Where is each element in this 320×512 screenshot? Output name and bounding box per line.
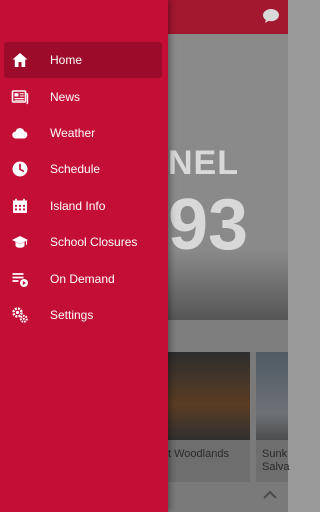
drawer-item-news[interactable]: News [4,78,162,114]
news-card-title: Sunk Salva [262,448,290,473]
cloud-icon [11,124,29,142]
banner-fade [168,250,288,320]
chevron-up-icon[interactable] [262,490,278,500]
calendar-icon [11,197,29,215]
drawer-item-label: School Closures [50,235,138,250]
gears-icon [11,306,29,324]
news-card-title: t Woodlands [168,448,229,460]
news-card-image [256,352,288,440]
drawer-item-label: Schedule [50,162,101,177]
news-card[interactable]: t Woodlands [168,352,250,482]
chat-icon[interactable] [262,8,280,24]
drawer-item-schedule[interactable]: Schedule [4,151,162,187]
drawer-item-label: Weather [50,125,96,140]
navigation-drawer: Home News Weather Schedule Island Info S… [0,0,168,512]
news-card-image [168,352,250,440]
drawer-item-weather[interactable]: Weather [4,115,162,151]
drawer-item-label: News [50,89,81,104]
drawer-item-label: Island Info [50,198,106,213]
drawer-item-label: Settings [50,307,94,322]
drawer-item-on-demand[interactable]: On Demand [4,260,162,296]
graduation-cap-icon [11,233,29,251]
drawer-item-island-info[interactable]: Island Info [4,188,162,224]
section-strip [168,320,288,352]
channel-logo-banner[interactable]: NEL 93 [168,34,288,320]
drawer-item-school-closures[interactable]: School Closures [4,224,162,260]
news-card[interactable]: Sunk Salva [256,352,290,482]
playlist-play-icon [11,270,29,288]
newspaper-icon [11,88,29,106]
drawer-item-label: Home [50,53,83,68]
logo-text: NEL [168,144,239,182]
drawer-item-home[interactable]: Home [4,42,162,79]
drawer-item-settings[interactable]: Settings [4,297,162,333]
drawer-menu: Home News Weather Schedule Island Info S… [0,42,168,333]
drawer-item-label: On Demand [50,271,115,286]
home-icon [11,51,29,69]
clock-icon [11,160,29,178]
